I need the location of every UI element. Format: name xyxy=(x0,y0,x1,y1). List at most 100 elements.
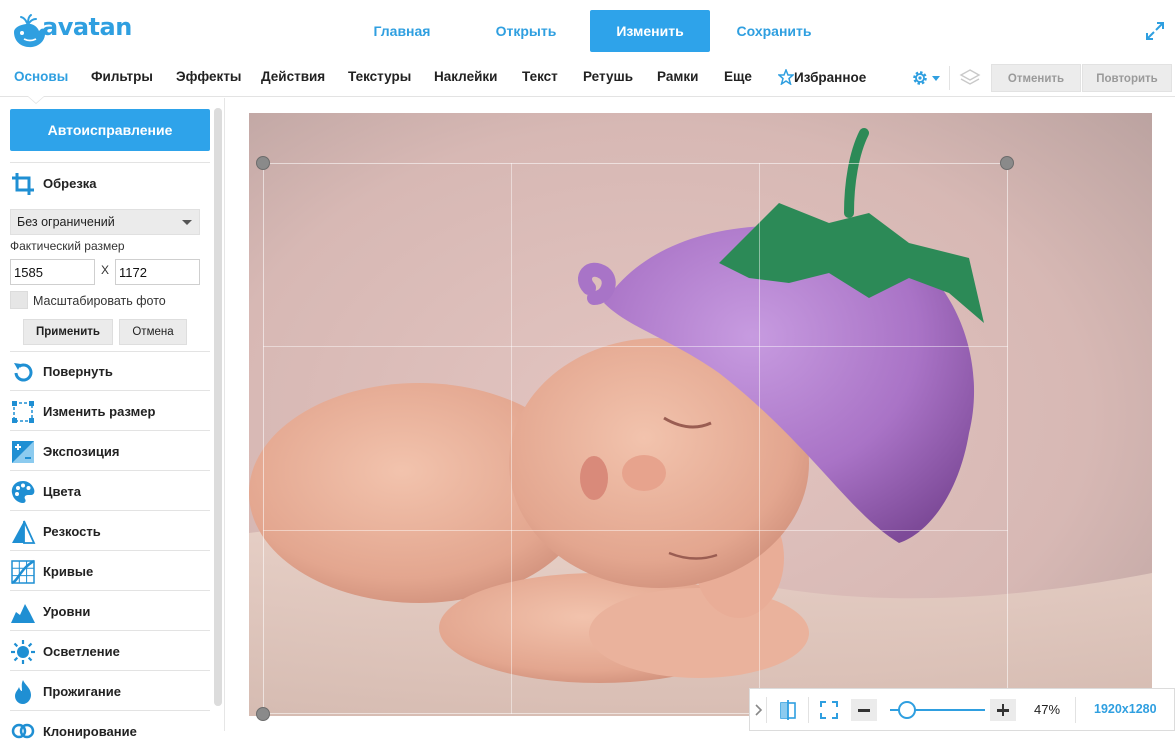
menu-textures[interactable]: Текстуры xyxy=(348,69,411,84)
crop-grid-line xyxy=(263,530,1008,531)
sun-icon xyxy=(11,640,35,664)
redo-button[interactable]: Повторить xyxy=(1082,64,1172,92)
nav-home[interactable]: Главная xyxy=(352,10,452,52)
crop-grid-line xyxy=(511,163,512,714)
zoom-bar-divider xyxy=(1075,697,1076,723)
sidebar-item-exposure[interactable]: Экспозиция xyxy=(10,439,210,465)
zoom-out-button[interactable] xyxy=(851,699,877,721)
sidebar-divider xyxy=(10,162,210,163)
sidebar-item-label: Клонирование xyxy=(43,724,137,739)
crop-frame[interactable] xyxy=(263,163,1008,714)
sidebar-item-resize[interactable]: Изменить размер xyxy=(10,399,210,425)
zoom-slider-knob[interactable] xyxy=(898,701,917,719)
crop-grid-line xyxy=(263,346,1008,347)
menu-retouch[interactable]: Ретушь xyxy=(583,69,633,84)
menu-filters[interactable]: Фильтры xyxy=(91,69,153,84)
active-menu-pointer xyxy=(28,96,44,103)
chevron-right-icon[interactable] xyxy=(752,700,766,720)
zoom-bar-divider xyxy=(808,697,809,723)
clone-icon xyxy=(11,723,35,739)
menu-basics[interactable]: Основы xyxy=(14,69,68,84)
curves-icon xyxy=(11,559,35,585)
sidebar-item-curves[interactable]: Кривые xyxy=(10,559,210,585)
size-separator-label: X xyxy=(101,263,110,277)
image-dimensions[interactable]: 1920x1280 xyxy=(1094,702,1157,716)
sidebar-item-label: Экспозиция xyxy=(43,444,120,459)
crop-width-input[interactable] xyxy=(10,259,95,285)
sidebar-item-label: Уровни xyxy=(43,604,91,619)
crop-handle-bottom-left[interactable] xyxy=(256,707,270,721)
crop-height-input[interactable] xyxy=(115,259,200,285)
sidebar-item-sharpness[interactable]: Резкость xyxy=(10,519,210,545)
sidebar-item-burn[interactable]: Прожигание xyxy=(10,679,210,705)
undo-button[interactable]: Отменить xyxy=(991,64,1081,92)
crop-ratio-value: Без ограничений xyxy=(17,215,115,229)
sidebar-divider xyxy=(10,630,210,631)
sidebar-item-dodge[interactable]: Осветление xyxy=(10,639,210,665)
plus-icon xyxy=(990,699,1016,721)
scale-photo-checkbox[interactable] xyxy=(10,291,28,309)
menu-text[interactable]: Текст xyxy=(522,69,558,84)
sidebar-divider xyxy=(10,670,210,671)
gear-icon xyxy=(913,71,927,85)
nav-save[interactable]: Сохранить xyxy=(724,10,824,52)
menu-favorites-label: Избранное xyxy=(794,70,867,85)
sidebar-item-crop[interactable]: Обрезка xyxy=(10,171,210,197)
sidebar-item-label: Резкость xyxy=(43,524,101,539)
sharpness-icon xyxy=(12,520,36,544)
sidebar-item-label: Кривые xyxy=(43,564,94,579)
menu-more[interactable]: Еще xyxy=(724,69,752,84)
menu-divider xyxy=(949,66,950,90)
expand-arrows-icon[interactable] xyxy=(1144,20,1166,42)
scale-photo-label: Масштабировать фото xyxy=(33,294,166,308)
sidebar-item-label: Осветление xyxy=(43,644,120,659)
sidebar-divider xyxy=(10,510,210,511)
minus-icon xyxy=(858,709,870,712)
top-bar: avatan Главная Открыть Изменить Сохранит… xyxy=(0,0,1175,60)
sidebar-divider xyxy=(10,430,210,431)
zoom-level: 47% xyxy=(1034,702,1061,717)
sidebar-item-rotate[interactable]: Повернуть xyxy=(10,359,210,385)
sidebar-divider xyxy=(10,470,210,471)
levels-icon xyxy=(11,604,35,623)
sidebar-item-label: Прожигание xyxy=(43,684,121,699)
menu-frames[interactable]: Рамки xyxy=(657,69,698,84)
star-icon xyxy=(777,67,795,86)
menu-effects[interactable]: Эффекты xyxy=(176,69,241,84)
fit-screen-icon[interactable] xyxy=(818,699,840,721)
sidebar-item-colors[interactable]: Цвета xyxy=(10,479,210,505)
sidebar-item-label: Цвета xyxy=(43,484,81,499)
crop-ratio-select[interactable]: Без ограничений xyxy=(10,209,200,235)
menu-favorites[interactable]: Избранное xyxy=(777,67,867,86)
sidebar-divider xyxy=(10,550,210,551)
flame-icon xyxy=(15,680,31,704)
logo-text: avatan xyxy=(42,13,132,41)
auto-fix-button[interactable]: Автоисправление xyxy=(10,109,210,151)
crop-handle-top-left[interactable] xyxy=(256,156,270,170)
sidebar-item-label: Изменить размер xyxy=(43,404,156,419)
menu-actions[interactable]: Действия xyxy=(261,69,325,84)
sidebar-item-levels[interactable]: Уровни xyxy=(10,599,210,625)
cancel-button[interactable]: Отмена xyxy=(119,319,187,345)
nav-open[interactable]: Открыть xyxy=(476,10,576,52)
exposure-icon xyxy=(12,441,34,463)
sidebar-divider xyxy=(10,390,210,391)
zoom-in-button[interactable] xyxy=(990,699,1016,721)
sidebar-item-clone[interactable]: Клонирование xyxy=(10,719,210,745)
rotate-icon xyxy=(14,363,33,382)
sidebar-divider xyxy=(10,710,210,711)
apply-button[interactable]: Применить xyxy=(23,319,113,345)
sidebar-scrollbar[interactable] xyxy=(214,108,222,706)
settings-dropdown[interactable] xyxy=(908,67,944,89)
crop-handle-top-right[interactable] xyxy=(1000,156,1014,170)
nav-edit[interactable]: Изменить xyxy=(590,10,710,52)
zoom-bar: 47% 1920x1280 xyxy=(749,688,1175,731)
sidebar-item-label: Повернуть xyxy=(43,364,113,379)
layers-icon[interactable] xyxy=(958,67,982,89)
sidebar-item-label: Обрезка xyxy=(43,176,97,191)
compare-icon[interactable] xyxy=(777,699,799,721)
menu-stickers[interactable]: Наклейки xyxy=(434,69,497,84)
resize-icon xyxy=(12,401,34,423)
actual-size-label: Фактический размер xyxy=(10,239,125,253)
palette-icon xyxy=(11,481,35,503)
